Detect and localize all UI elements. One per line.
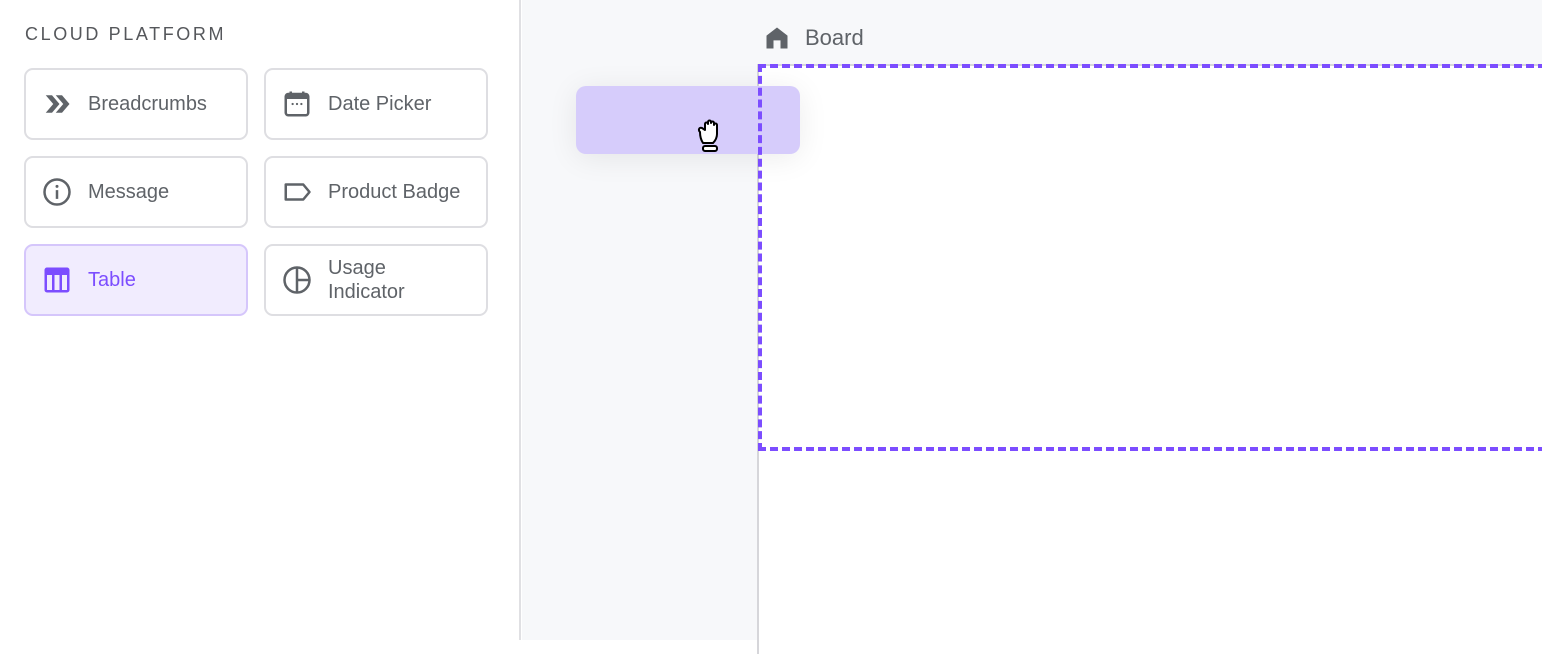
tag-icon [284,183,311,201]
component-tile-message[interactable]: Message [24,156,248,228]
tile-label: Date Picker [328,93,432,115]
grab-cursor-icon [697,119,718,152]
table-icon [44,267,70,293]
component-tile-breadcrumbs[interactable]: Breadcrumbs [24,68,248,140]
tile-label: Product Badge [328,181,461,203]
component-tile-product-badge[interactable]: Product Badge [264,156,488,228]
calendar-icon [284,91,310,117]
component-tile-usage-indicator[interactable]: Usage Indicator [264,244,488,316]
drop-zone[interactable] [758,64,1542,451]
tile-label: Message [88,181,170,203]
tile-label: Table [88,269,136,291]
info-icon [43,178,71,206]
pie-chart-icon [283,266,311,294]
board-title: Board [805,25,864,50]
tile-label: Usage Indicator [328,257,405,303]
tile-label: Breadcrumbs [88,93,207,115]
board-header: Board [763,24,864,52]
component-tile-date-picker[interactable]: Date Picker [264,68,488,140]
double-chevron-icon [45,95,70,113]
home-icon [766,27,788,49]
section-title: CLOUD PLATFORM [25,24,227,44]
component-sidebar: CLOUD PLATFORM Breadcrumbs Date Picker M… [0,0,521,640]
component-tile-table[interactable]: Table [24,244,248,316]
